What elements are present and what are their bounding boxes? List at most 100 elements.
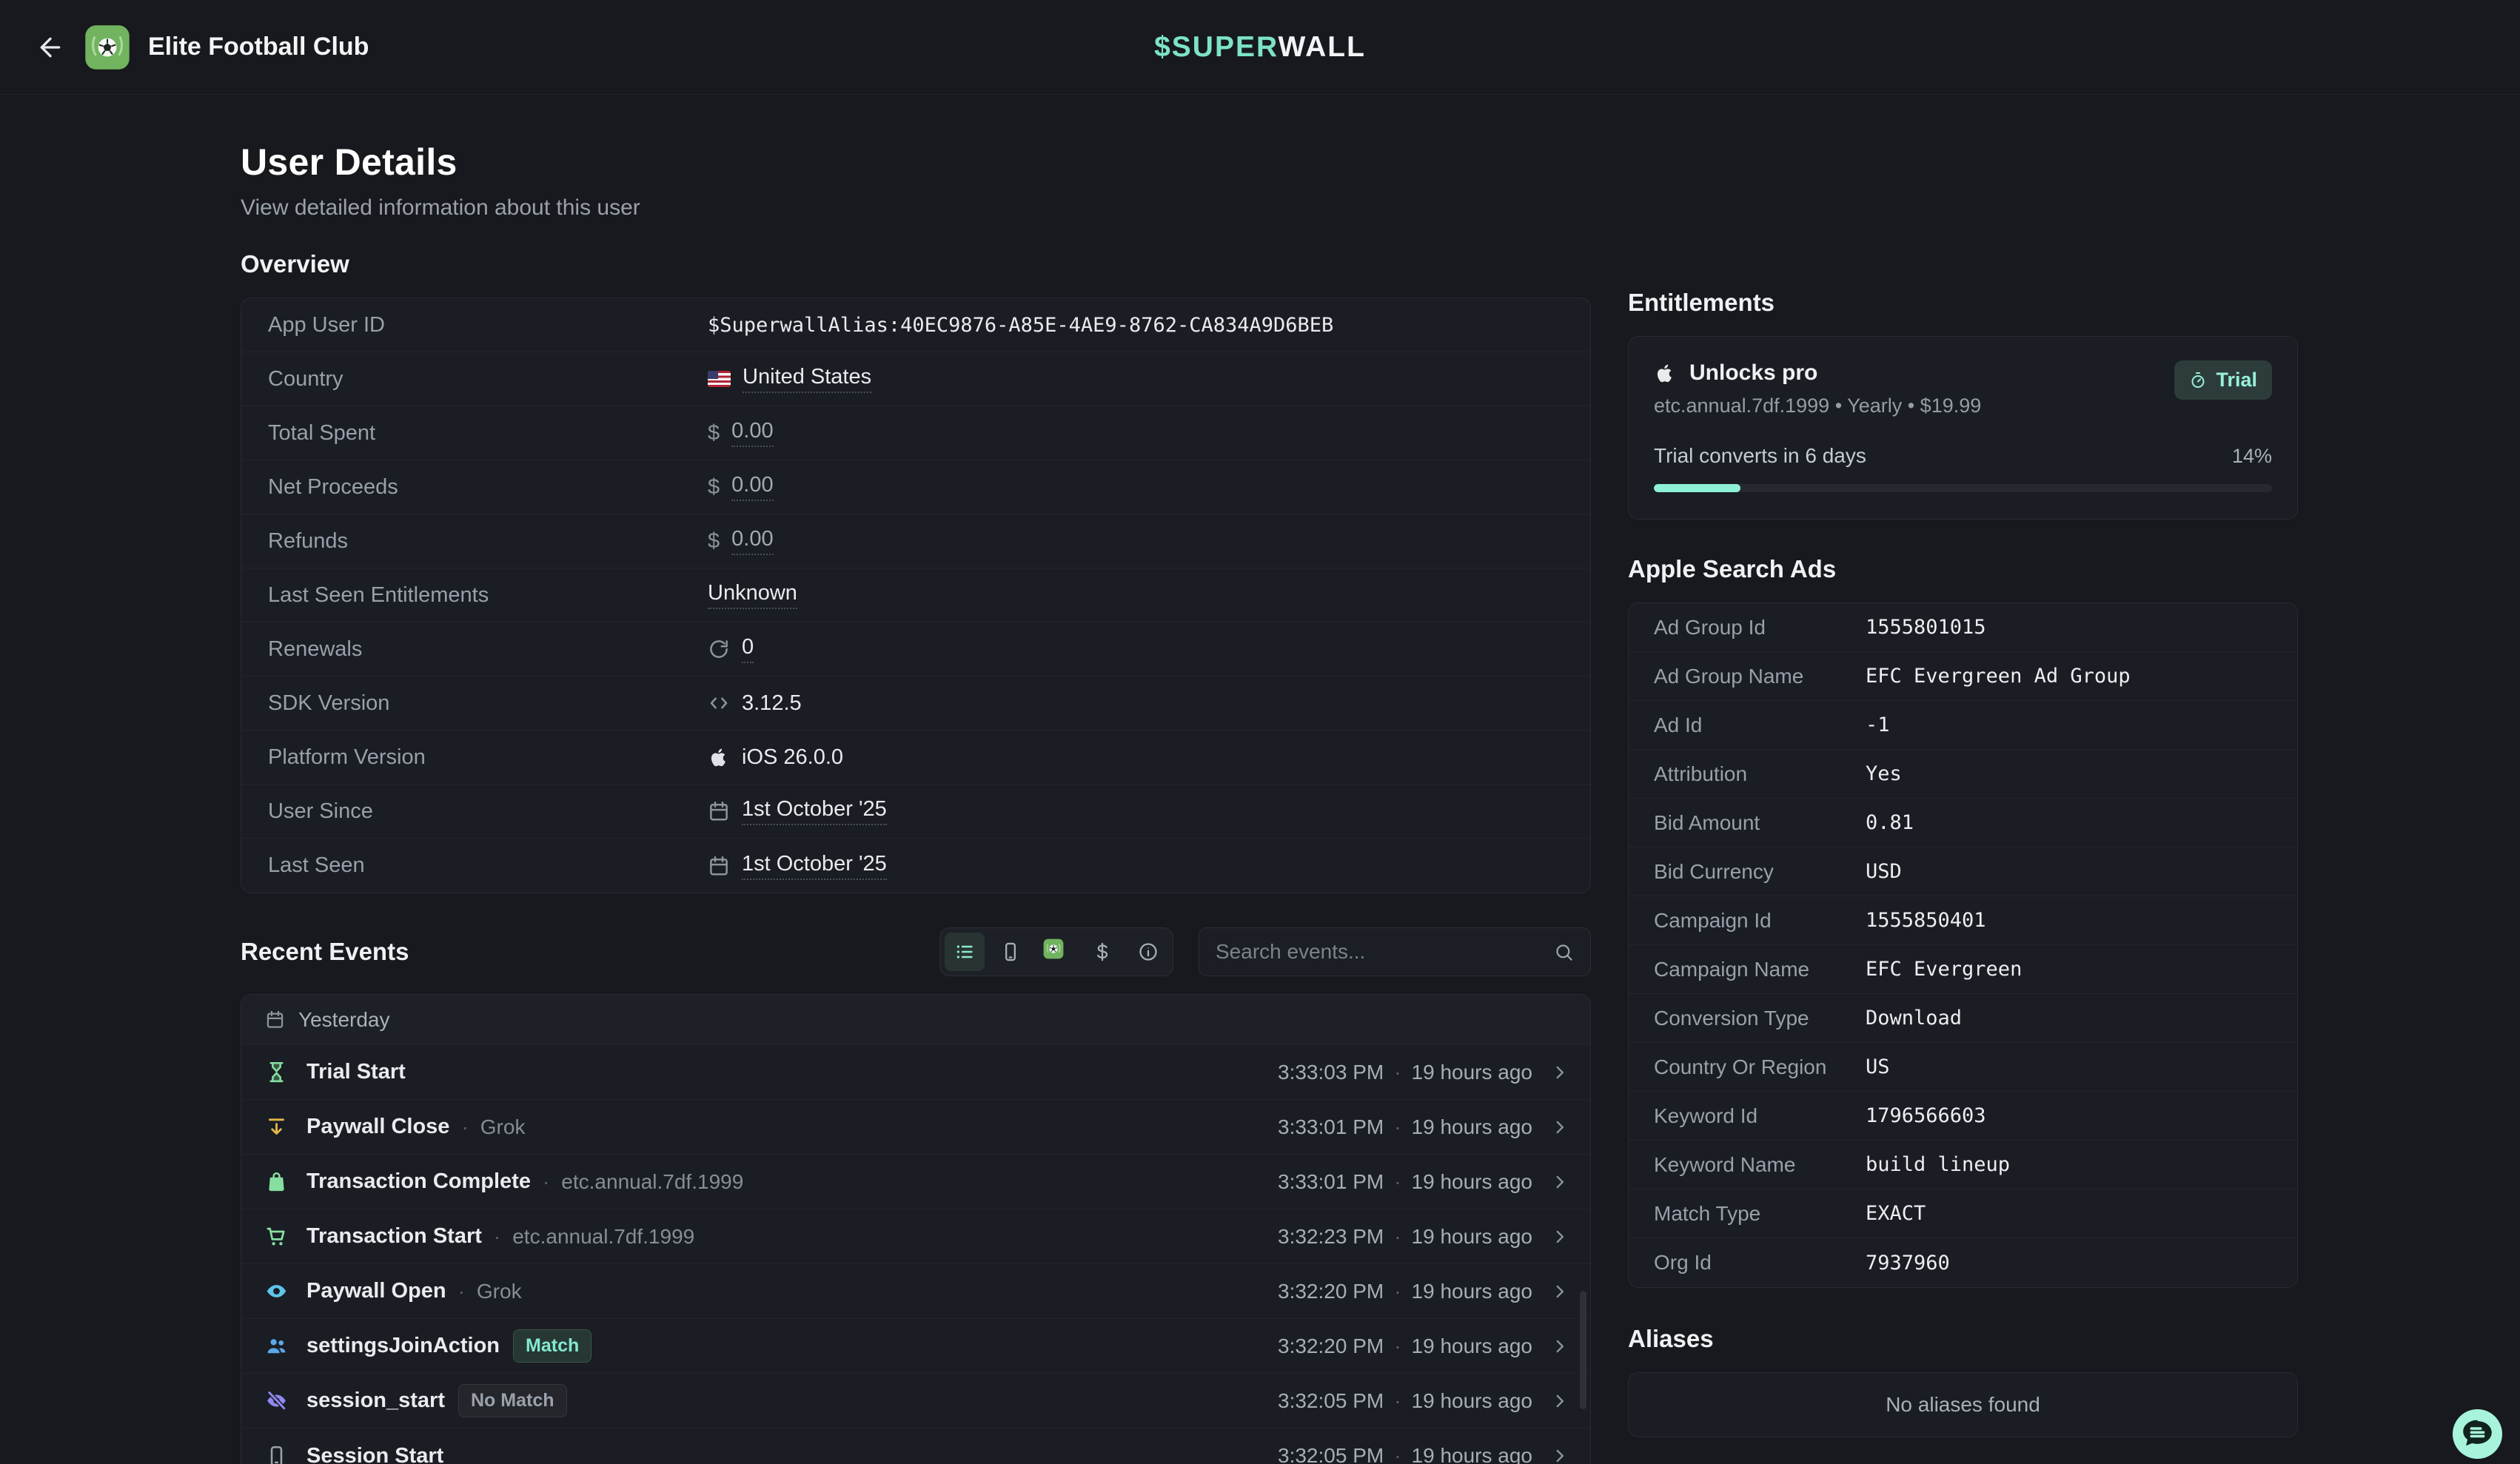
separator-dot: · [1394,1280,1401,1303]
cart-icon [265,1225,290,1248]
overview-heading: Overview [241,250,1591,278]
event-row[interactable]: Paywall Close·Grok3:33:01 PM·19 hours ag… [241,1100,1590,1155]
separator-dot: · [1394,1061,1401,1084]
calendar-icon [265,1010,285,1030]
table-row: Country Or RegionUS [1629,1043,2297,1092]
filter-revenue-button[interactable] [1082,933,1122,971]
table-row: App User ID$SuperwallAlias:40EC9876-A85E… [241,298,1590,352]
timer-icon [2189,372,2207,389]
table-row: Last Seen EntitlementsUnknown [241,568,1590,622]
filter-list-button[interactable] [945,933,985,971]
row-label: Country [268,367,708,392]
table-row: Org Id7937960 [1629,1238,2297,1287]
calendar-icon [708,855,730,877]
logo-wall: WALL [1278,31,1365,63]
event-row[interactable]: settingsJoinActionMatch3:32:20 PM·19 hou… [241,1319,1590,1374]
row-value: $0.00 [708,527,774,555]
table-row: CountryUnited States [241,352,1590,406]
event-time: 3:32:20 PM·19 hours ago [1278,1280,1569,1303]
row-value: Yes [1866,762,1902,785]
separator-dot: · [1394,1170,1401,1194]
filter-device-button[interactable] [991,933,1031,971]
row-value-text: Download [1866,1007,1962,1030]
event-name: Paywall Close [306,1115,449,1139]
event-row[interactable]: Transaction Start·etc.annual.7df.19993:3… [241,1209,1590,1264]
row-value: Unknown [708,581,797,609]
right-column: Entitlements Unlocks pro etc.annual.7df.… [1628,95,2298,1464]
row-label: Bid Currency [1654,860,1866,884]
superwall-logo: $SUPERWALL [1154,31,1366,64]
row-value-text: 1555850401 [1866,909,1986,932]
aliases-section: Aliases No aliases found [1628,1325,2298,1437]
events-scrollbar[interactable] [1580,1291,1586,1409]
event-row[interactable]: Transaction Complete·etc.annual.7df.1999… [241,1155,1590,1209]
row-label: Country Or Region [1654,1055,1866,1079]
row-label: Keyword Id [1654,1104,1866,1128]
bag-icon [265,1170,290,1193]
row-value: 0 [708,635,754,663]
events-card: Yesterday Trial Start3:33:03 PM·19 hours… [241,994,1591,1464]
row-value-text: iOS 26.0.0 [742,745,843,770]
apple-icon [708,746,730,768]
table-row: User Since1st October '25 [241,785,1590,839]
separator-dot: · [494,1225,500,1249]
event-timestamp: 3:32:23 PM [1278,1225,1384,1249]
row-value: $SuperwallAlias:40EC9876-A85E-4AE9-8762-… [708,314,1333,337]
event-row[interactable]: Session Start 3:32:05 PM·19 hours ago [241,1428,1590,1464]
event-name: Session Start [306,1444,443,1464]
row-label: Campaign Id [1654,909,1866,933]
table-row: Campaign NameEFC Evergreen [1629,945,2297,994]
chat-bubble-icon [2453,1409,2502,1459]
row-value-text: Unknown [708,581,797,609]
row-label: Last Seen Entitlements [268,583,708,608]
event-timestamp: 3:32:05 PM [1278,1444,1384,1464]
chevron-right-icon [1550,1391,1569,1411]
row-label: SDK Version [268,691,708,716]
event-row[interactable]: Paywall Open·Grok3:32:20 PM·19 hours ago [241,1264,1590,1319]
row-value: 1st October '25 [708,852,887,880]
search-icon [1554,942,1574,962]
arrow-left-icon [36,33,65,62]
event-detail: etc.annual.7df.1999 [561,1170,743,1194]
row-value-text: Yes [1866,762,1902,785]
event-row[interactable]: session_startNo Match3:32:05 PM·19 hours… [241,1374,1590,1428]
apple-icon [1654,362,1676,384]
row-label: Net Proceeds [268,475,708,500]
filter-app-button[interactable] [1036,933,1076,971]
overview-section: Overview App User ID$SuperwallAlias:40EC… [241,250,1591,893]
chat-fab-button[interactable] [2453,1409,2502,1459]
row-value: 1555801015 [1866,616,1986,639]
eye-off-icon [265,1389,290,1412]
row-value-text: USD [1866,860,1902,883]
event-timestamp: 3:32:20 PM [1278,1280,1384,1303]
row-label: App User ID [268,313,708,338]
chevron-right-icon [1550,1337,1569,1356]
list-icon [954,941,975,962]
dollar-icon [1092,941,1113,962]
chevron-right-icon [1550,1063,1569,1082]
row-value: EXACT [1866,1202,1926,1225]
row-label: Renewals [268,637,708,662]
event-row[interactable]: Trial Start3:33:03 PM·19 hours ago [241,1045,1590,1100]
event-detail: etc.annual.7df.1999 [512,1225,694,1249]
row-value: USD [1866,860,1902,883]
table-row: Net Proceeds$0.00 [241,460,1590,514]
back-button[interactable] [33,30,68,65]
event-time: 3:32:05 PM·19 hours ago [1278,1444,1569,1464]
entitlement-name: Unlocks pro [1689,360,1817,386]
row-value: build lineup [1866,1153,2010,1176]
event-timestamp: 3:33:01 PM [1278,1170,1384,1194]
page-title: User Details [241,141,1591,184]
aliases-empty-text: No aliases found [1886,1393,2040,1417]
event-name: Paywall Open [306,1279,446,1303]
event-time: 3:33:03 PM·19 hours ago [1278,1061,1569,1084]
table-row: Total Spent$0.00 [241,406,1590,460]
row-value-text: $SuperwallAlias:40EC9876-A85E-4AE9-8762-… [708,314,1333,337]
events-search-input[interactable] [1216,940,1554,964]
trial-progress-track [1654,484,2272,492]
row-value: US [1866,1055,1890,1078]
logo-super: $SUPER [1154,31,1278,63]
row-value-text: EXACT [1866,1202,1926,1225]
phone-icon [265,1445,290,1464]
filter-info-button[interactable] [1128,933,1168,971]
